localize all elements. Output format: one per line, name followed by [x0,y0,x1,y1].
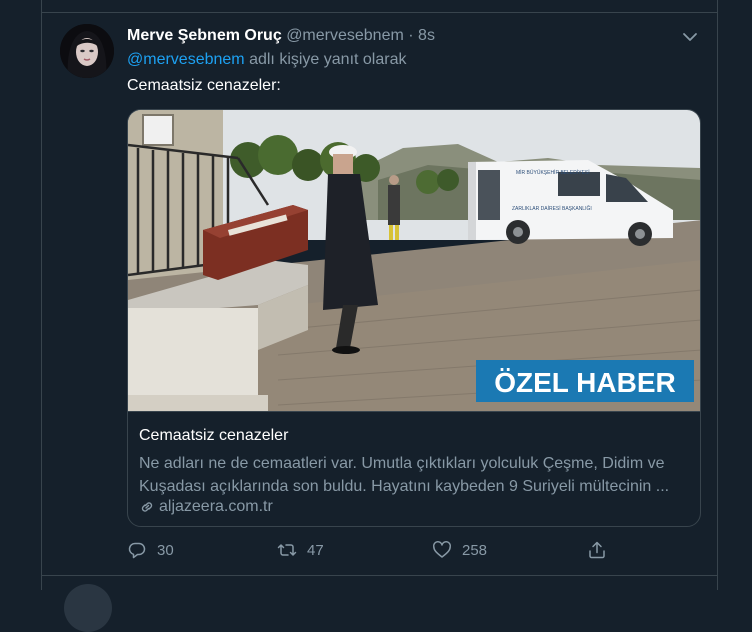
link-icon [141,502,153,512]
reply-icon [128,542,146,559]
avatar[interactable] [64,584,112,632]
van-side-text: ZARLIKLAR DAİRESİ BAŞKANLIĞI [512,205,592,212]
user-handle[interactable]: @mervesebnem [286,27,404,44]
reply-context-text: adlı kişiye yanıt olarak [244,51,407,68]
card-domain: aljazeera.com.tr [139,498,273,516]
timestamp[interactable]: 8s [418,27,435,44]
reply-mention-link[interactable]: @mervesebnem [127,51,245,68]
share-button[interactable] [587,540,607,560]
card-domain-text: aljazeera.com.tr [159,498,273,515]
tweet-header: Merve Şebnem Oruç @mervesebnem · 8s [127,27,435,45]
divider [42,12,717,13]
tweet-text: Cemaatsiz cenazeler: [127,77,281,94]
image-badge: ÖZEL HABER [494,367,676,398]
reply-button[interactable]: 30 [127,540,174,560]
heart-icon [433,541,451,558]
divider [42,575,717,576]
avatar[interactable] [60,24,114,78]
card-description: Ne adları ne de cemaatleri var. Umutla ç… [139,455,670,495]
van-logo-text: MİR BÜYÜKŞEHİR BELEDİYESİ [516,169,590,176]
card-body: Cemaatsiz cenazeler Ne adları ne de cema… [128,411,700,526]
card-image: MİR BÜYÜKŞEHİR BELEDİYESİ ZARLIKLAR DAİR… [128,110,700,411]
retweet-button[interactable]: 47 [277,540,324,560]
retweet-count: 47 [307,541,324,559]
link-card[interactable]: MİR BÜYÜKŞEHİR BELEDİYESİ ZARLIKLAR DAİR… [127,109,701,527]
retweet-icon [277,544,297,556]
timeline-column: Merve Şebnem Oruç @mervesebnem · 8s @mer… [41,0,718,632]
like-count: 258 [462,541,488,559]
reply-count: 30 [157,541,174,559]
card-title: Cemaatsiz cenazeler [139,427,289,444]
chevron-down-icon[interactable] [681,28,699,46]
display-name[interactable]: Merve Şebnem Oruç [127,27,282,44]
tweet-actions: 30 47 258 [127,540,627,564]
share-icon [589,541,605,559]
reply-context: @mervesebnem adlı kişiye yanıt olarak [127,51,406,69]
like-button[interactable]: 258 [432,540,487,560]
separator-dot: · [408,27,414,44]
